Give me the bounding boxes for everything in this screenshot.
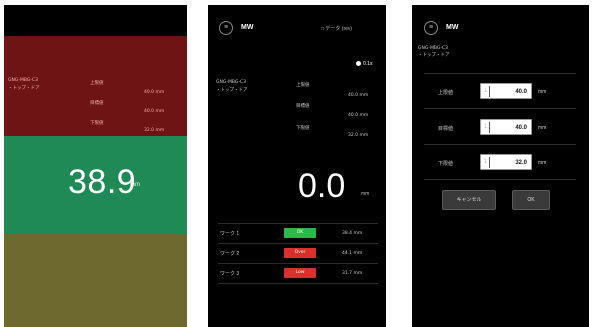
cancel-button[interactable]: キャンセル	[442, 190, 496, 210]
divider	[218, 263, 378, 264]
reading-upper: 40.0 mm	[144, 90, 165, 95]
info-line-2: ・トップ・ドア	[8, 86, 40, 91]
status-badge-low: Low	[284, 268, 316, 278]
row-label-2: ワーク 2	[220, 251, 240, 257]
field-label-lower: 下限値	[438, 161, 454, 167]
screen-measure-list: ≡ MW □ データ (rev) 0.1s GNG-MBG-C3 ・トップ・ドア…	[208, 5, 386, 327]
input-prefix: 1	[484, 159, 488, 165]
field-label-upper: 上限値	[438, 90, 454, 96]
level-label-target: 目標値	[296, 104, 310, 109]
hamburger-icon[interactable]: ≡	[424, 21, 438, 35]
reading-upper: 40.0 mm	[348, 93, 369, 98]
level-label-lower: 下限値	[90, 121, 104, 126]
lower-limit-input[interactable]: 1 32.0	[480, 154, 532, 170]
divider	[424, 179, 576, 180]
data-menu[interactable]: □ データ (rev)	[321, 25, 352, 32]
text-cursor	[489, 157, 490, 168]
info-line-1: GNG-MBG-C3	[216, 80, 246, 85]
row-value-3: 31.7 mm	[342, 271, 363, 276]
measured-value: 0.0	[298, 167, 346, 205]
status-badge-ok: OK	[284, 228, 316, 238]
record-toggle[interactable]: 0.1s	[356, 61, 372, 67]
row-value-1: 38.4 mm	[342, 231, 363, 236]
screen-measure-color: GNG-MBG-C3 ・トップ・ドア 上限値 目標値 下限値 40.0 mm 4…	[4, 5, 187, 327]
screen-settings: ≡ MW GNG-MBG-C3 ・トップ・ドア 上限値 1 40.0 mm 目標…	[412, 5, 589, 327]
level-label-lower: 下限値	[296, 126, 310, 131]
upper-limit-input[interactable]: 1 40.0	[480, 83, 532, 99]
status-badge-over: Over	[284, 248, 316, 258]
info-line-1: GNG-MBG-C3	[8, 78, 38, 83]
divider	[424, 144, 576, 145]
info-line-2: ・トップ・ドア	[418, 53, 450, 58]
measured-value: 38.9	[68, 163, 137, 201]
input-value: 32.0	[515, 160, 527, 166]
reading-lower: 32.0 mm	[144, 128, 165, 133]
measured-unit: mm	[130, 182, 140, 188]
field-unit-target: mm	[538, 125, 547, 131]
input-prefix: 1	[484, 88, 488, 94]
divider	[424, 73, 576, 74]
divider	[424, 108, 576, 109]
divider	[218, 243, 378, 244]
input-value: 40.0	[515, 89, 527, 95]
app-title: MW	[241, 24, 254, 31]
hamburger-icon[interactable]: ≡	[219, 21, 233, 35]
row-label-3: ワーク 3	[220, 271, 240, 277]
field-unit-lower: mm	[538, 160, 547, 166]
measured-unit: mm	[361, 191, 370, 197]
app-title: MW	[446, 24, 459, 31]
level-label-upper: 上限値	[296, 83, 310, 88]
divider	[218, 283, 378, 284]
reading-target: 40.0 mm	[348, 113, 369, 118]
ok-button[interactable]: OK	[512, 190, 550, 210]
level-label-upper: 上限値	[90, 81, 104, 86]
field-unit-upper: mm	[538, 89, 547, 95]
row-label-1: ワーク 1	[220, 231, 240, 237]
reading-lower: 32.0 mm	[348, 133, 369, 138]
text-cursor	[489, 122, 490, 133]
divider	[218, 223, 378, 224]
info-line-1: GNG-MBG-C3	[418, 46, 448, 51]
field-label-target: 目標値	[438, 126, 454, 132]
level-label-target: 目標値	[90, 101, 104, 106]
input-prefix: 1	[484, 124, 488, 130]
target-input[interactable]: 1 40.0	[480, 119, 532, 135]
row-value-2: 44.1 mm	[342, 251, 363, 256]
reading-target: 40.0 mm	[144, 109, 165, 114]
text-cursor	[489, 86, 490, 97]
record-dot-icon	[356, 61, 361, 67]
info-line-2: ・トップ・ドア	[216, 88, 248, 93]
lower-band	[4, 234, 187, 327]
record-label: 0.1s	[363, 61, 373, 67]
input-value: 40.0	[515, 125, 527, 131]
